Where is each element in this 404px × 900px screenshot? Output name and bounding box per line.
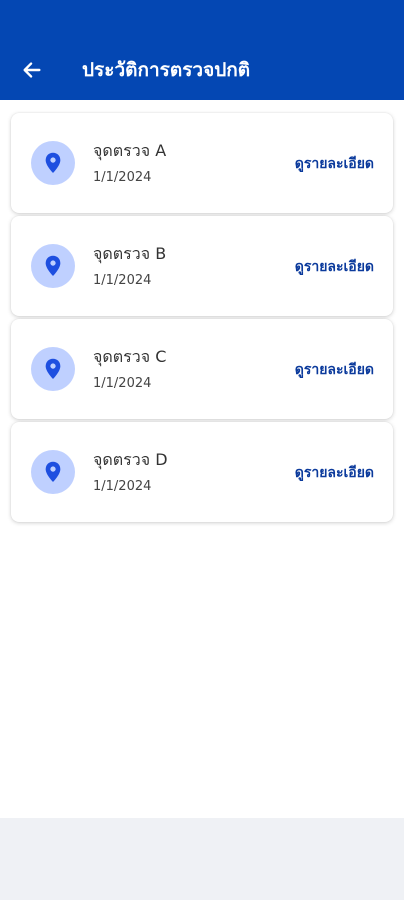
view-details-link[interactable]: ดูรายละเอียด	[295, 462, 374, 484]
app-header: ประวัติการตรวจปกติ	[0, 0, 404, 100]
page-title: ประวัติการตรวจปกติ	[82, 59, 251, 81]
checkpoint-date: 1/1/2024	[93, 273, 152, 288]
list-item[interactable]: จุดตรวจ C 1/1/2024 ดูรายละเอียด	[11, 319, 393, 419]
map-pin-icon	[31, 347, 75, 391]
bottom-navigation-area	[0, 818, 404, 900]
checkpoint-date: 1/1/2024	[93, 170, 152, 185]
checkpoint-date: 1/1/2024	[93, 479, 152, 494]
list-item[interactable]: จุดตรวจ B 1/1/2024 ดูรายละเอียด	[11, 216, 393, 316]
map-pin-icon	[31, 450, 75, 494]
checkpoint-name: จุดตรวจ C	[93, 347, 167, 366]
view-details-link[interactable]: ดูรายละเอียด	[295, 256, 374, 278]
arrow-left-icon	[23, 62, 41, 78]
list-item[interactable]: จุดตรวจ D 1/1/2024 ดูรายละเอียด	[11, 422, 393, 522]
back-button[interactable]	[18, 56, 46, 84]
app-screen: ประวัติการตรวจปกติ จุดตรวจ A 1/1/2024 ดู…	[0, 0, 404, 900]
view-details-link[interactable]: ดูรายละเอียด	[295, 153, 374, 175]
checkpoint-name: จุดตรวจ B	[93, 244, 167, 263]
map-pin-icon	[31, 141, 75, 185]
checkpoint-name: จุดตรวจ D	[93, 450, 168, 469]
checkpoint-history-list: จุดตรวจ A 1/1/2024 ดูรายละเอียด จุดตรวจ …	[11, 113, 393, 525]
list-item[interactable]: จุดตรวจ A 1/1/2024 ดูรายละเอียด	[11, 113, 393, 213]
checkpoint-date: 1/1/2024	[93, 376, 152, 391]
map-pin-icon	[31, 244, 75, 288]
view-details-link[interactable]: ดูรายละเอียด	[295, 359, 374, 381]
checkpoint-name: จุดตรวจ A	[93, 141, 167, 160]
